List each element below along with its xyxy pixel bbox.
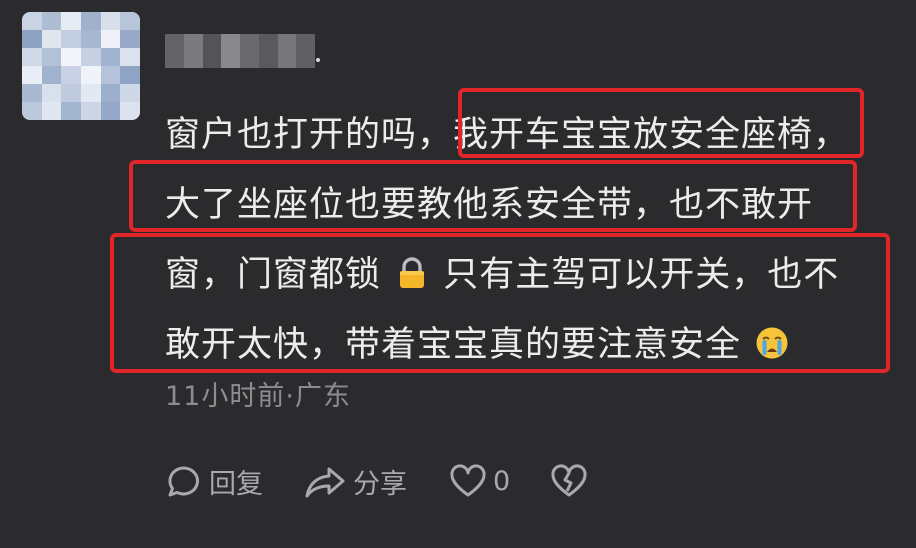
avatar-mosaic-tile	[41, 102, 62, 120]
username-mosaic-tile	[183, 34, 203, 68]
avatar-mosaic-tile	[120, 66, 140, 84]
share-button[interactable]: 分享	[303, 462, 407, 501]
avatar-mosaic-tile	[61, 48, 81, 66]
avatar-mosaic-tile	[41, 48, 62, 66]
avatar-mosaic-tile	[100, 12, 121, 30]
username-mosaic-tile	[221, 34, 240, 68]
avatar-mosaic-tile	[22, 30, 42, 48]
avatar-mosaic-tile	[61, 84, 81, 102]
username-dot	[316, 58, 320, 62]
avatar-mosaic-tile	[61, 102, 81, 120]
avatar-mosaic-tile	[22, 102, 42, 120]
avatar-mosaic-tile	[80, 66, 101, 84]
lock-emoji-icon	[400, 257, 425, 288]
avatar-mosaic-tile	[100, 30, 121, 48]
avatar-mosaic-tile	[100, 102, 121, 120]
username-mosaic-tile	[240, 34, 259, 68]
broken-heart-icon	[551, 463, 587, 496]
comment-text: 窗户也打开的吗，我开车宝宝放安全座椅， 大了坐座位也要教他系安全带，也不敢开 窗…	[165, 100, 905, 380]
avatar-mosaic-tile	[22, 12, 42, 30]
comment-meta: 11小时前·广东	[165, 381, 351, 412]
avatar-mosaic-tile	[61, 30, 81, 48]
avatar-mosaic-tile	[41, 84, 62, 102]
avatar-mosaic-tile	[120, 30, 140, 48]
comment-bubble-icon	[168, 465, 199, 496]
like-count: 0	[493, 466, 511, 497]
avatar-mosaic-tile	[120, 12, 140, 30]
username-mosaic-tile	[277, 34, 297, 68]
comment-line-4-text: 敢开太快，带着宝宝真的要注意安全	[165, 325, 742, 365]
share-arrow-icon	[305, 467, 345, 497]
avatar-mosaic-tile	[80, 30, 101, 48]
avatar-mosaic-tile	[22, 66, 42, 84]
avatar-mosaic-tile	[80, 84, 101, 102]
avatar-mosaic-tile	[41, 30, 62, 48]
avatar-mosaic-tile	[80, 48, 101, 66]
username-mosaic-tile	[258, 34, 278, 68]
avatar-mosaic-tile	[120, 84, 140, 102]
share-label: 分享	[353, 469, 407, 500]
comment-line-3b-text: 只有主驾可以开关，也不	[443, 255, 840, 295]
comment-line-2: 大了坐座位也要教他系安全带，也不敢开	[165, 185, 814, 225]
comment-line-3: 窗，门窗都锁 只有主驾可以开关，也不	[165, 240, 905, 310]
like-button[interactable]: 0	[449, 463, 510, 501]
avatar-mosaic-tile	[120, 102, 140, 120]
reply-label: 回复	[209, 469, 263, 500]
avatar-mosaic-tile	[22, 84, 42, 102]
avatar-mosaic-tile	[22, 48, 42, 66]
comment-line-4: 敢开太快，带着宝宝真的要注意安全	[165, 310, 905, 380]
avatar-mosaic-tile	[41, 12, 62, 30]
avatar-mosaic-tile	[100, 84, 121, 102]
crying-face-icon	[756, 327, 788, 359]
avatar-mosaic-tile	[120, 48, 140, 66]
avatar-mosaic-tile	[80, 102, 101, 120]
username-mosaic-tile	[202, 34, 222, 68]
username-mosaic-tile	[296, 34, 315, 68]
avatar[interactable]	[22, 12, 140, 120]
avatar-mosaic-tile	[41, 66, 62, 84]
action-bar: 回复 分享 0	[165, 462, 588, 501]
avatar-mosaic-tile	[100, 48, 121, 66]
username-blurred[interactable]	[165, 34, 315, 68]
reply-button[interactable]: 回复	[165, 462, 263, 501]
comment-line-3-text: 窗，门窗都锁	[165, 255, 382, 295]
heart-icon	[450, 463, 486, 496]
dislike-button[interactable]	[550, 463, 588, 501]
username-mosaic-tile	[165, 34, 184, 68]
avatar-mosaic-tile	[61, 66, 81, 84]
avatar-mosaic-tile	[100, 66, 121, 84]
avatar-mosaic-tile	[80, 12, 101, 30]
avatar-mosaic-tile	[61, 12, 81, 30]
comment-line-1: 窗户也打开的吗，我开车宝宝放安全座椅，	[165, 115, 850, 155]
